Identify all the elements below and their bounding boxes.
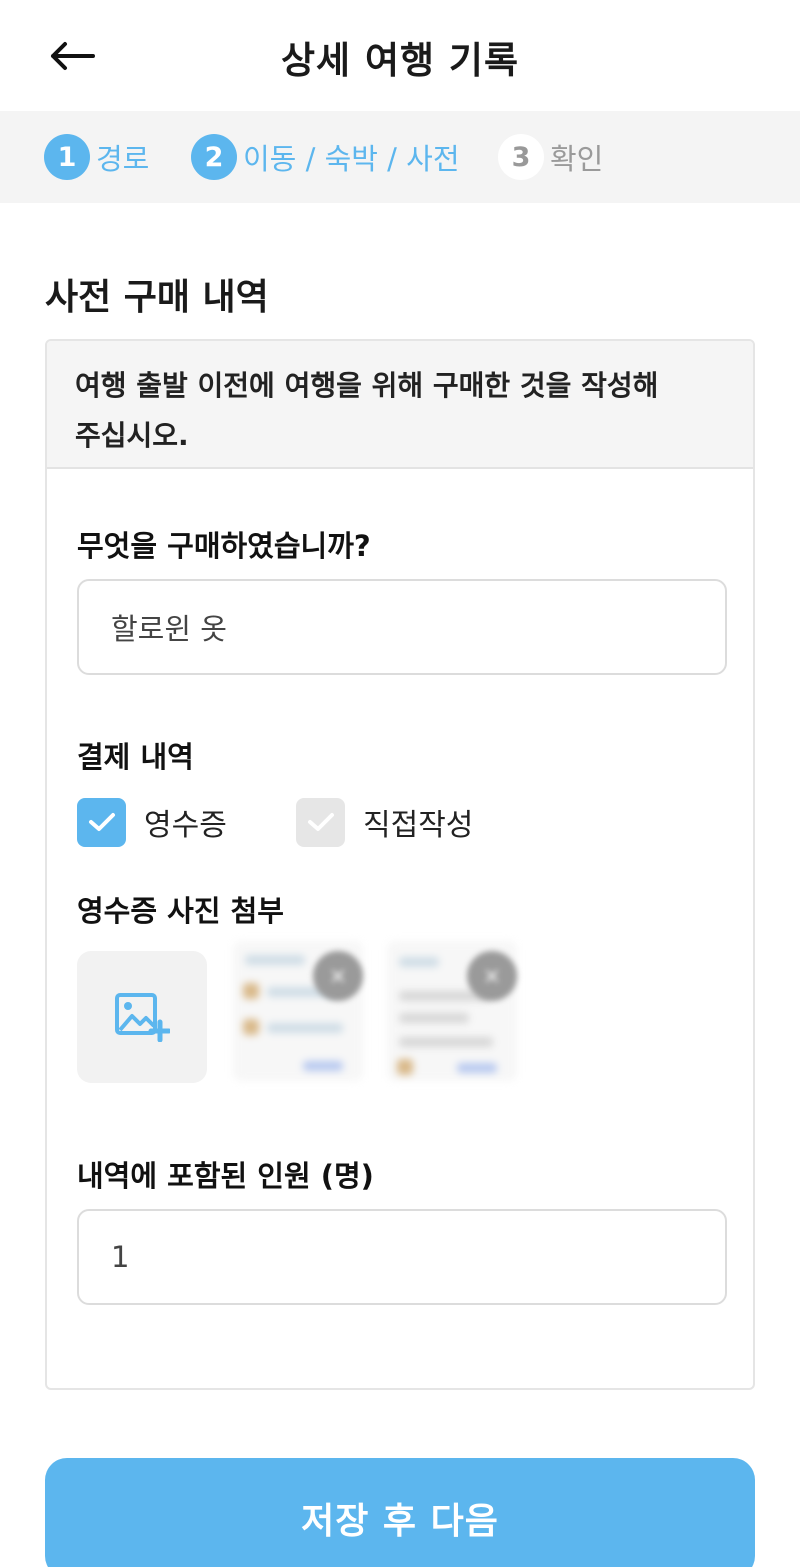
notice-text-line1: 여행 출발 이전에 여행을 위해 구매한 것을 작성해 xyxy=(75,369,659,402)
notice-box: 여행 출발 이전에 여행을 위해 구매한 것을 작성해 주십시오. xyxy=(47,341,753,469)
step-number: 1 xyxy=(44,134,90,180)
purchase-item-input[interactable]: 할로윈 옷 xyxy=(77,579,727,675)
purchase-item-value: 할로윈 옷 xyxy=(111,612,227,646)
purchase-item-label: 무엇을 구매하였습니까? xyxy=(77,529,371,563)
step-number: 3 xyxy=(498,134,544,180)
step-route[interactable]: 1 경로 xyxy=(44,134,149,180)
prepurchase-card: 여행 출발 이전에 여행을 위해 구매한 것을 작성해 주십시오. 무엇을 구매… xyxy=(45,339,755,1390)
step-label: 확인 xyxy=(550,142,604,176)
receipt-checkbox[interactable]: 영수증 xyxy=(77,797,227,847)
checkbox-unchecked[interactable] xyxy=(296,797,345,847)
add-photo-icon xyxy=(115,993,170,1042)
step-confirm[interactable]: 3 확인 xyxy=(498,134,603,180)
checkbox-checked[interactable] xyxy=(77,797,126,847)
notice-text-line2: 주십시오. xyxy=(75,419,189,452)
step-label: 경로 xyxy=(96,142,150,176)
add-photo-button[interactable] xyxy=(77,951,207,1083)
people-count-value: 1 xyxy=(111,1240,130,1274)
save-and-next-button[interactable]: 저장 후 다음 xyxy=(45,1458,755,1567)
manual-entry-option-label: 직접작성 xyxy=(363,808,474,843)
check-icon xyxy=(88,813,115,831)
close-icon: × xyxy=(328,963,348,989)
payment-label: 결제 내역 xyxy=(77,740,194,774)
receipt-photo-label: 영수증 사진 첨부 xyxy=(77,894,284,928)
check-icon xyxy=(307,813,334,831)
remove-photo-button[interactable]: × xyxy=(313,951,363,1001)
people-count-label: 내역에 포함된 인원 (명) xyxy=(77,1159,374,1193)
receipt-option-label: 영수증 xyxy=(144,808,227,843)
people-count-input[interactable]: 1 xyxy=(77,1209,727,1305)
close-icon: × xyxy=(482,963,502,989)
app-header: 상세 여행 기록 xyxy=(0,0,800,111)
page-title: 상세 여행 기록 xyxy=(280,39,519,82)
step-number: 2 xyxy=(191,134,237,180)
step-label: 이동 / 숙박 / 사전 xyxy=(243,142,460,176)
manual-entry-checkbox[interactable]: 직접작성 xyxy=(296,797,473,847)
step-transport-lodging-prepurchase[interactable]: 2 이동 / 숙박 / 사전 xyxy=(191,134,460,180)
remove-photo-button[interactable]: × xyxy=(467,951,517,1001)
section-title: 사전 구매 내역 xyxy=(45,277,269,318)
